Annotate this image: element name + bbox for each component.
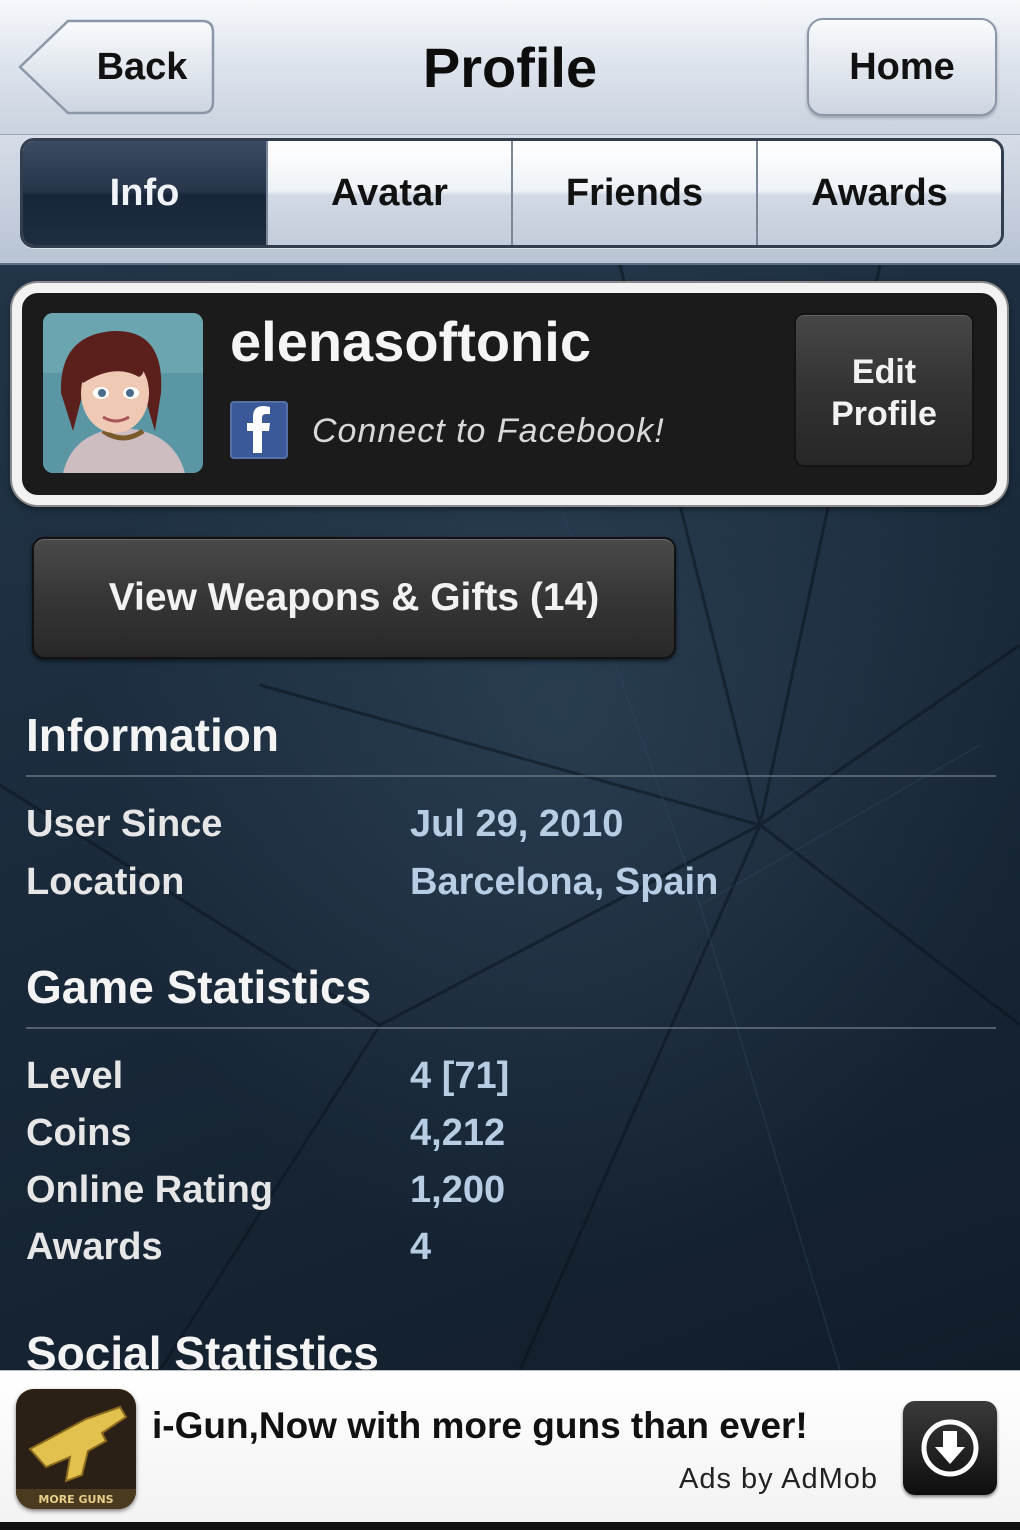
ad-app-icon[interactable]: MORE GUNS <box>16 1389 136 1509</box>
coins-value: 4,212 <box>410 1112 506 1154</box>
online-rating-value: 1,200 <box>410 1169 506 1211</box>
online-rating-label: Online Rating <box>26 1169 273 1211</box>
social-statistics-section-title: Social Statistics <box>26 1327 379 1370</box>
facebook-f-glyph <box>247 406 270 453</box>
edit-profile-label-line2: Profile <box>831 395 937 433</box>
location-value: Barcelona, Spain <box>410 861 719 903</box>
golden-gun-icon: MORE GUNS <box>16 1389 136 1509</box>
tab-info[interactable]: Info <box>23 141 266 245</box>
information-section-title: Information <box>26 709 279 761</box>
tab-awards[interactable]: Awards <box>756 141 1001 245</box>
navigation-bar: Back Profile Home <box>0 0 1020 135</box>
avatar-image <box>43 313 203 473</box>
profile-card: elenasoftonic Connect to Facebook! Edit … <box>12 283 1007 505</box>
segmented-control: Info Avatar Friends Awards <box>20 138 1004 248</box>
ad-headline[interactable]: i-Gun,Now with more guns than ever! <box>152 1401 892 1451</box>
awards-value: 4 <box>410 1226 432 1268</box>
coins-label: Coins <box>26 1112 132 1154</box>
edit-profile-button[interactable]: Edit Profile <box>794 313 974 467</box>
divider <box>26 775 996 777</box>
username: elenasoftonic <box>230 310 591 373</box>
location-label: Location <box>26 861 185 903</box>
divider <box>26 1027 996 1029</box>
tab-bar: Info Avatar Friends Awards <box>0 135 1020 265</box>
ad-source-label: Ads by AdMob <box>679 1463 878 1495</box>
profile-content[interactable]: elenasoftonic Connect to Facebook! Edit … <box>0 265 1020 1370</box>
awards-label: Awards <box>26 1226 163 1268</box>
tab-friends[interactable]: Friends <box>511 141 756 245</box>
user-since-label: User Since <box>26 803 223 845</box>
ad-download-button[interactable] <box>903 1401 997 1495</box>
page-title: Profile <box>422 36 598 99</box>
back-button-label: Back <box>96 46 188 88</box>
level-label: Level <box>26 1055 124 1097</box>
back-button[interactable]: Back <box>16 18 216 116</box>
view-weapons-gifts-button[interactable]: View Weapons & Gifts (14) <box>32 537 676 659</box>
tab-avatar[interactable]: Avatar <box>266 141 511 245</box>
bottom-strip <box>0 1522 1020 1530</box>
connect-facebook-link[interactable]: Connect to Facebook! <box>312 403 752 459</box>
facebook-icon[interactable] <box>230 401 288 459</box>
avatar[interactable] <box>43 313 203 473</box>
user-since-value: Jul 29, 2010 <box>410 803 624 845</box>
ad-icon-caption: MORE GUNS <box>38 1493 113 1506</box>
home-button[interactable]: Home <box>807 18 997 116</box>
edit-profile-label-line1: Edit <box>851 353 917 391</box>
ad-banner[interactable]: MORE GUNS i-Gun,Now with more guns than … <box>0 1370 1020 1530</box>
level-value: 4 [71] <box>410 1055 510 1097</box>
download-arrow-icon <box>921 1419 979 1477</box>
game-statistics-section-title: Game Statistics <box>26 961 372 1013</box>
